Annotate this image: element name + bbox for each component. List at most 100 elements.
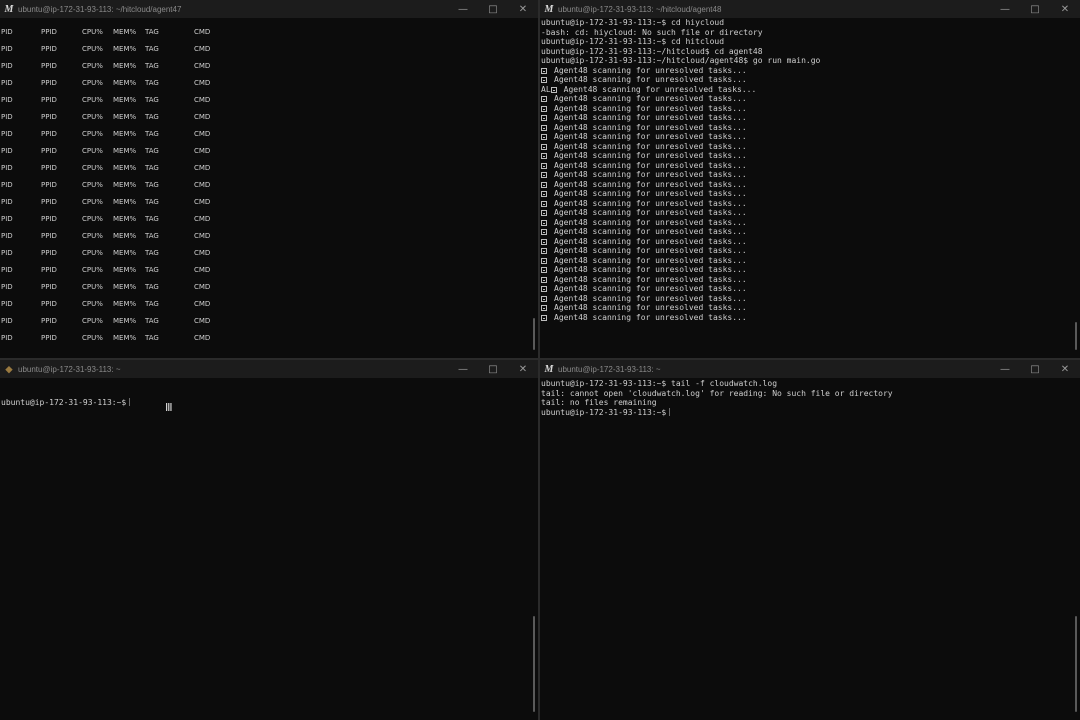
scan-text: Agent48 scanning for unresolved tasks... [554,246,747,255]
app-logo-icon: M [544,3,554,15]
col-tag: TAG [145,164,159,172]
col-cmd: CMD [194,45,211,53]
text-cursor [669,407,671,416]
scan-line: Agent48 scanning for unresolved tasks... [541,313,1072,323]
col-pid: PID [1,62,13,70]
box-icon [541,172,547,178]
col-ppid: PPID [41,28,57,36]
col-cpu: CPU% [82,334,103,342]
table-row: PID PPID CPU% MEM% TAG CMD [0,113,260,123]
col-tag: TAG [145,96,159,104]
col-pid: PID [1,28,13,36]
col-ppid: PPID [41,113,57,121]
glitch-prefix: AL [541,84,551,94]
window-title: ubuntu@ip-172-31-93-113: ~ [18,364,121,374]
col-mem: MEM% [113,45,137,53]
scan-line: Agent48 scanning for unresolved tasks... [541,275,1072,285]
terminal-output[interactable]: ubuntu@ip-172-31-93-113:~$ tail -f cloud… [540,379,1072,720]
col-ppid: PPID [41,249,57,257]
table-row: PID PPID CPU% MEM% TAG CMD [0,215,260,225]
scrollbar[interactable] [533,616,535,712]
close-button[interactable]: ✕ [508,364,538,375]
box-icon [541,105,547,112]
col-cmd: CMD [194,198,211,206]
scan-text: Agent48 scanning for unresolved tasks... [554,198,747,208]
terminal-output[interactable]: ubuntu@ip-172-31-93-113:~$ cd hiycloud -b… [540,18,1072,358]
close-button[interactable]: ✕ [1050,364,1080,375]
terminal-output[interactable]: ubuntu@ip-172-31-93-113:~$ [0,379,530,720]
scan-text: Agent48 scanning for unresolved tasks... [554,94,747,103]
col-tag: TAG [145,45,159,53]
box-icon [541,67,547,74]
terminal-window-cloudwatch[interactable]: M ubuntu@ip-172-31-93-113: ~ — □ ✕ ubunt… [540,360,1080,720]
col-mem: MEM% [113,113,137,121]
scan-line: Agent48 scanning for unresolved tasks... [541,294,1072,304]
box-icon [541,305,547,311]
box-icon [541,219,547,226]
col-cmd: CMD [194,79,211,87]
col-cmd: CMD [194,249,211,257]
scan-line: Agent48 scanning for unresolved tasks... [541,170,1072,180]
scan-line: Agent48 scanning for unresolved tasks... [541,256,1072,266]
scan-line: Agent48 scanning for unresolved tasks... [541,237,1072,247]
process-table: PID PPID CPU% MEM% TAG CMD PID PPID CPU% MEM% TAG C… [0,0,520,358]
table-row: PID PPID CPU% MEM% TAG CMD [0,232,260,242]
col-pid: PID [1,300,13,308]
col-cpu: CPU% [82,28,103,36]
col-tag: TAG [145,79,159,87]
scan-line: Agent48 scanning for unresolved tasks... [541,151,1072,161]
scan-line: Agent48 scanning for unresolved tasks... [541,104,1072,114]
box-icon [541,248,547,254]
scrollbar[interactable] [533,318,535,350]
col-cmd: CMD [194,28,211,36]
output-line: tail: cannot open 'cloudwatch.log' for r… [541,388,893,398]
titlebar[interactable]: M ubuntu@ip-172-31-93-113: ~/hitcloud/ag… [540,0,1080,18]
col-pid: PID [1,113,13,121]
scan-text: Agent48 scanning for unresolved tasks... [554,284,747,293]
scan-line: Agent48 scanning for unresolved tasks... [541,161,1072,171]
prompt-line: ubuntu@ip-172-31-93-113:~$ [1,398,530,408]
terminal-window-home[interactable]: ◆ ubuntu@ip-172-31-93-113: ~ — □ ✕ ubunt… [0,360,538,720]
window-title: ubuntu@ip-172-31-93-113: ~ [558,364,661,374]
scrollbar[interactable] [1075,616,1077,712]
scan-text: Agent48 scanning for unresolved tasks... [554,151,747,160]
col-cmd: CMD [194,130,211,138]
box-icon [541,143,547,150]
minimize-button[interactable]: — [990,364,1020,375]
col-cpu: CPU% [82,45,103,53]
maximize-button[interactable]: □ [478,364,508,375]
col-mem: MEM% [113,181,137,189]
terminal-window-agent48[interactable]: M ubuntu@ip-172-31-93-113: ~/hitcloud/ag… [540,0,1080,358]
scan-line: Agent48 scanning for unresolved tasks... [541,218,1072,228]
titlebar[interactable]: ◆ ubuntu@ip-172-31-93-113: ~ — □ ✕ [0,360,538,378]
close-button[interactable]: ✕ [1050,4,1080,15]
col-cmd: CMD [194,164,211,172]
col-pid: PID [1,181,13,189]
scrollbar[interactable] [1075,322,1077,350]
scan-text: Agent48 scanning for unresolved tasks... [554,170,747,179]
minimize-button[interactable]: — [448,364,478,375]
table-row: PID PPID CPU% MEM% TAG CMD [0,130,260,140]
scan-line: Agent48 scanning for unresolved tasks... [541,66,1072,76]
box-icon [541,286,547,292]
scan-text: Agent48 scanning for unresolved tasks... [554,293,747,303]
col-mem: MEM% [113,147,137,155]
maximize-button[interactable]: □ [1020,4,1050,15]
col-tag: TAG [145,181,159,189]
col-cpu: CPU% [82,249,103,257]
col-ppid: PPID [41,79,57,87]
scan-text: Agent48 scanning for unresolved tasks... [554,179,747,189]
scan-text: Agent48 scanning for unresolved tasks... [554,236,747,246]
titlebar[interactable]: M ubuntu@ip-172-31-93-113: ~ — □ ✕ [540,360,1080,378]
terminal-window-agent47[interactable]: M ubuntu@ip-172-31-93-113: ~/hitcloud/ag… [0,0,538,358]
maximize-button[interactable]: □ [1020,364,1050,375]
col-ppid: PPID [41,130,57,138]
minimize-button[interactable]: — [990,4,1020,15]
col-cpu: CPU% [82,317,103,325]
col-cmd: CMD [194,96,211,104]
col-cpu: CPU% [82,283,103,291]
col-pid: PID [1,45,13,53]
scan-line: Agent48 scanning for unresolved tasks... [541,284,1072,294]
scan-line: Agent48 scanning for unresolved tasks... [541,246,1072,256]
box-icon [541,210,547,216]
